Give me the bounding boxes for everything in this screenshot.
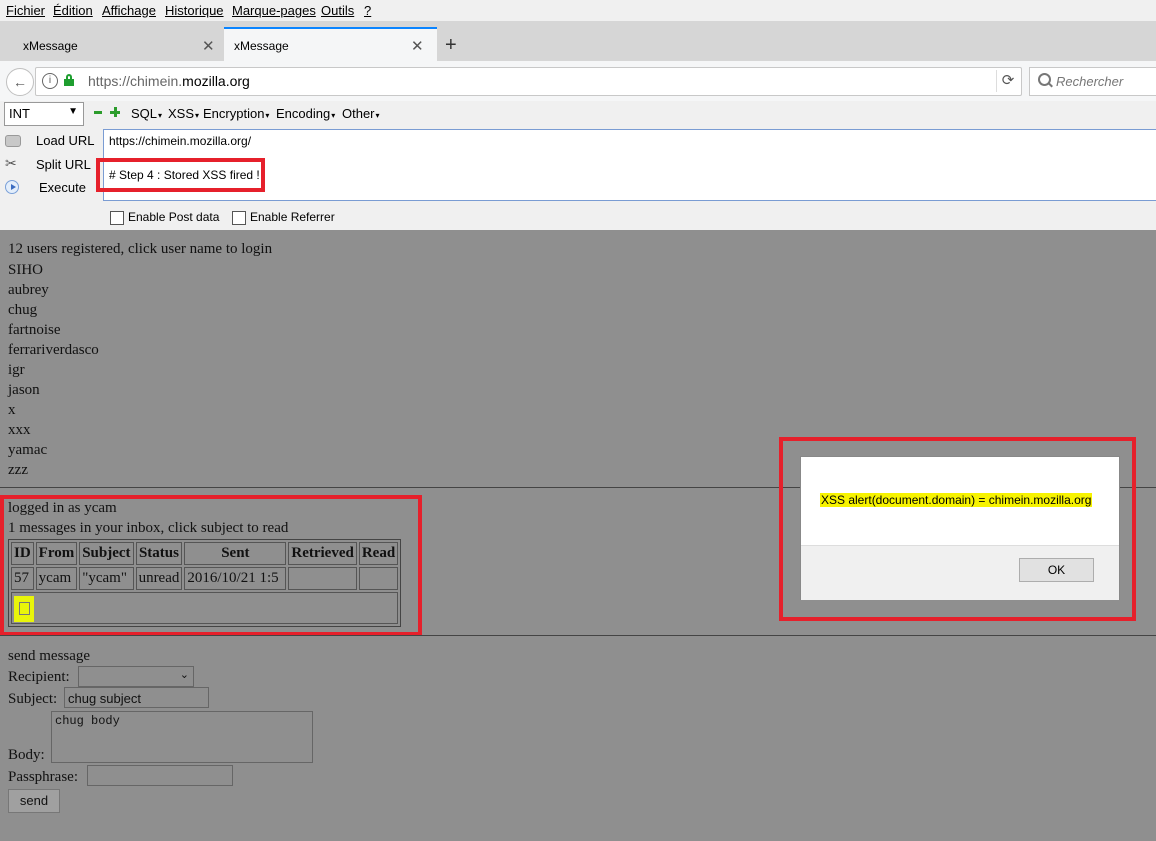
search-icon (1038, 73, 1051, 86)
url-bar[interactable]: i https://chimein.mozilla.org ⟳ (35, 67, 1022, 96)
new-tab-plus-icon[interactable]: + (445, 34, 457, 57)
menu-sql[interactable]: SQL (131, 106, 162, 121)
menu-encoding[interactable]: Encoding (276, 106, 335, 121)
menu-help[interactable]: ? (364, 3, 371, 18)
recipient-label: Recipient: (8, 669, 70, 685)
reload-icon[interactable]: ⟳ (996, 70, 1019, 92)
hackbar-panel: INT ▼ SQL XSS Encryption Encoding Other L… (0, 101, 1156, 230)
alert-dialog: XSS alert(document.domain) = chimein.moz… (800, 456, 1120, 600)
lock-icon[interactable] (64, 74, 74, 86)
enable-post-label: Enable Post data (128, 210, 220, 224)
int-select-value: INT (9, 106, 30, 121)
navigation-bar: ← i https://chimein.mozilla.org ⟳ Recher… (0, 61, 1156, 102)
user-list: SIHO aubrey chug fartnoise ferrariverdas… (8, 261, 99, 481)
menu-outils[interactable]: Outils (321, 3, 354, 18)
plus-icon[interactable] (110, 107, 120, 117)
close-icon[interactable]: ✕ (202, 37, 215, 55)
user-count-text: 12 users registered, click user name to … (8, 241, 273, 257)
user-link[interactable]: chug (8, 301, 99, 321)
chevron-down-icon: ⌄ (179, 668, 189, 681)
red-annotation-box (96, 158, 265, 192)
split-url-button[interactable]: Split URL (36, 157, 91, 172)
tab-xmessage-2-active[interactable]: xMessage ✕ (224, 27, 437, 61)
execute-button[interactable]: Execute (39, 180, 86, 195)
int-select[interactable]: INT ▼ (4, 102, 84, 126)
menu-affichage[interactable]: Affichage (102, 3, 156, 18)
user-link[interactable]: ferrariverdasco (8, 341, 99, 361)
divider (0, 635, 1156, 636)
menu-marque-pages[interactable]: Marque-pages (232, 3, 316, 18)
user-link[interactable]: aubrey (8, 281, 99, 301)
tab-xmessage-1[interactable]: xMessage ✕ (0, 29, 223, 61)
tab-bar: xMessage ✕ xMessage ✕ + (0, 21, 1156, 61)
menu-bar: Fichier Édition Affichage Historique Mar… (0, 0, 1156, 21)
alert-message: XSS alert(document.domain) = chimein.moz… (820, 493, 1093, 507)
load-url-button[interactable]: Load URL (36, 133, 95, 148)
chevron-down-icon: ▼ (68, 106, 78, 117)
user-link[interactable]: x (8, 401, 99, 421)
tab-title: xMessage (234, 39, 289, 53)
execute-play-icon[interactable] (5, 180, 19, 194)
url-text[interactable]: https://chimein.mozilla.org (88, 73, 250, 89)
minus-icon[interactable] (94, 111, 102, 114)
subject-input[interactable]: chug subject (64, 687, 209, 708)
menu-fichier[interactable]: Fichier (6, 3, 45, 18)
user-link[interactable]: zzz (8, 461, 99, 481)
user-link[interactable]: xxx (8, 421, 99, 441)
search-input[interactable]: Rechercher (1029, 67, 1156, 96)
recipient-select[interactable]: ⌄ (78, 666, 194, 687)
user-link[interactable]: igr (8, 361, 99, 381)
menu-encryption[interactable]: Encryption (203, 106, 269, 121)
body-textarea[interactable]: chug body (51, 711, 313, 763)
body-label: Body: (8, 747, 45, 763)
user-link[interactable]: jason (8, 381, 99, 401)
send-message-title: send message (8, 648, 91, 664)
send-button[interactable]: send (8, 789, 60, 813)
menu-xss[interactable]: XSS (168, 106, 199, 121)
enable-referrer-checkbox[interactable] (232, 211, 246, 225)
enable-referrer-label: Enable Referrer (250, 210, 335, 224)
red-annotation-box (0, 495, 422, 636)
scissors-icon[interactable]: ✂ (5, 156, 19, 170)
passphrase-input[interactable] (87, 765, 233, 786)
passphrase-label: Passphrase: (8, 769, 78, 785)
menu-other[interactable]: Other (342, 106, 380, 121)
user-link[interactable]: fartnoise (8, 321, 99, 341)
hackbar-url-line: https://chimein.mozilla.org/ (109, 134, 252, 148)
search-placeholder: Rechercher (1056, 74, 1124, 89)
close-icon[interactable]: ✕ (411, 37, 424, 55)
load-url-icon[interactable] (5, 135, 21, 147)
back-arrow-icon[interactable]: ← (6, 68, 34, 96)
menu-edition[interactable]: Édition (53, 3, 93, 18)
menu-historique[interactable]: Historique (165, 3, 224, 18)
user-link[interactable]: yamac (8, 441, 99, 461)
ok-button[interactable]: OK (1019, 558, 1094, 582)
enable-post-checkbox[interactable] (110, 211, 124, 225)
subject-label: Subject: (8, 691, 58, 707)
info-icon[interactable]: i (42, 73, 58, 89)
user-link[interactable]: SIHO (8, 261, 99, 281)
tab-title: xMessage (23, 39, 78, 53)
